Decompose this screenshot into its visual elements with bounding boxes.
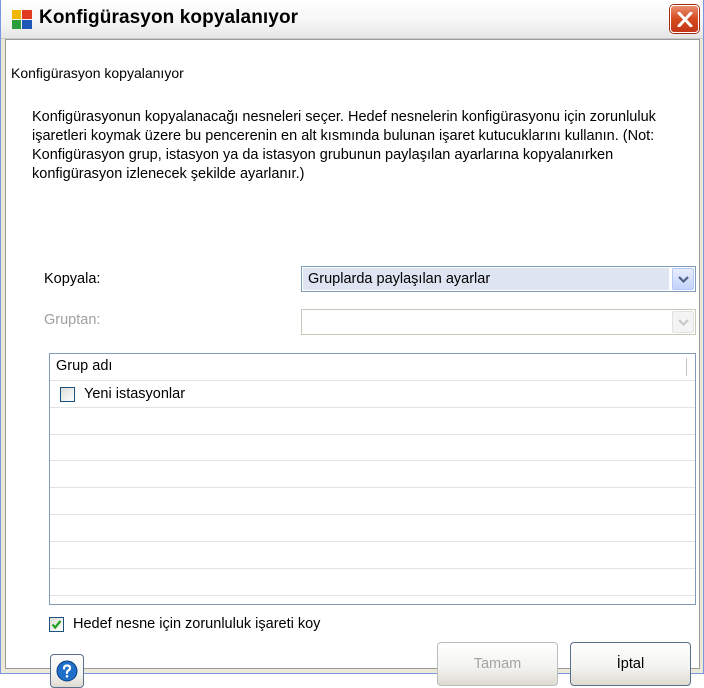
grid-line [50, 434, 695, 435]
grid-line [50, 407, 695, 408]
copy-label: Kopyala: [44, 271, 101, 287]
close-button[interactable] [670, 5, 699, 33]
list-item-label: Yeni istasyonlar [84, 386, 186, 402]
from-group-label: Gruptan: [44, 312, 101, 328]
dialog-body: Konfigürasyon kopyalanıyor Konfigürasyon… [5, 39, 700, 688]
copy-select[interactable]: Gruplarda paylaşılan ayarlar [301, 266, 696, 292]
force-flag-checkbox[interactable] [49, 617, 64, 632]
from-group-select[interactable] [301, 309, 696, 335]
from-group-dropdown-button[interactable] [672, 311, 694, 333]
checkmark-icon [51, 620, 62, 630]
column-header-group-name[interactable]: Grup adı [56, 358, 112, 374]
grid-line [50, 595, 695, 596]
grid-line [50, 487, 695, 488]
dialog-subheading: Konfigürasyon kopyalanıyor [11, 65, 184, 81]
title-bar[interactable]: Konfigürasyon kopyalanıyor [1, 0, 703, 39]
avg-logo-icon [11, 8, 33, 30]
dialog-description: Konfigürasyonun kopyalanacağı nesneleri … [32, 109, 656, 182]
window-title: Konfigürasyon kopyalanıyor [39, 7, 299, 28]
grid-line [50, 514, 695, 515]
copy-select-dropdown-button[interactable] [672, 268, 694, 290]
copy-select-value: Gruplarda paylaşılan ayarlar [303, 268, 669, 290]
help-icon [56, 660, 78, 682]
group-list[interactable]: Grup adı Yeni istasyonlar [49, 353, 696, 605]
dialog-window: Konfigürasyon kopyalanıyor Konfigürasyon… [0, 0, 704, 688]
chevron-down-icon [678, 319, 689, 327]
close-icon [677, 12, 693, 27]
chevron-down-icon [678, 276, 689, 284]
force-flag-label: Hedef nesne için zorunluluk işareti koy [73, 616, 321, 632]
list-header[interactable]: Grup adı [50, 354, 695, 381]
grid-line [50, 541, 695, 542]
grid-line [50, 460, 695, 461]
ok-button[interactable]: Tamam [437, 642, 558, 686]
column-separator[interactable] [686, 358, 687, 376]
help-button[interactable] [50, 654, 84, 688]
cancel-button[interactable]: İptal [570, 642, 691, 686]
grid-line [50, 568, 695, 569]
list-item-checkbox[interactable] [60, 387, 75, 402]
